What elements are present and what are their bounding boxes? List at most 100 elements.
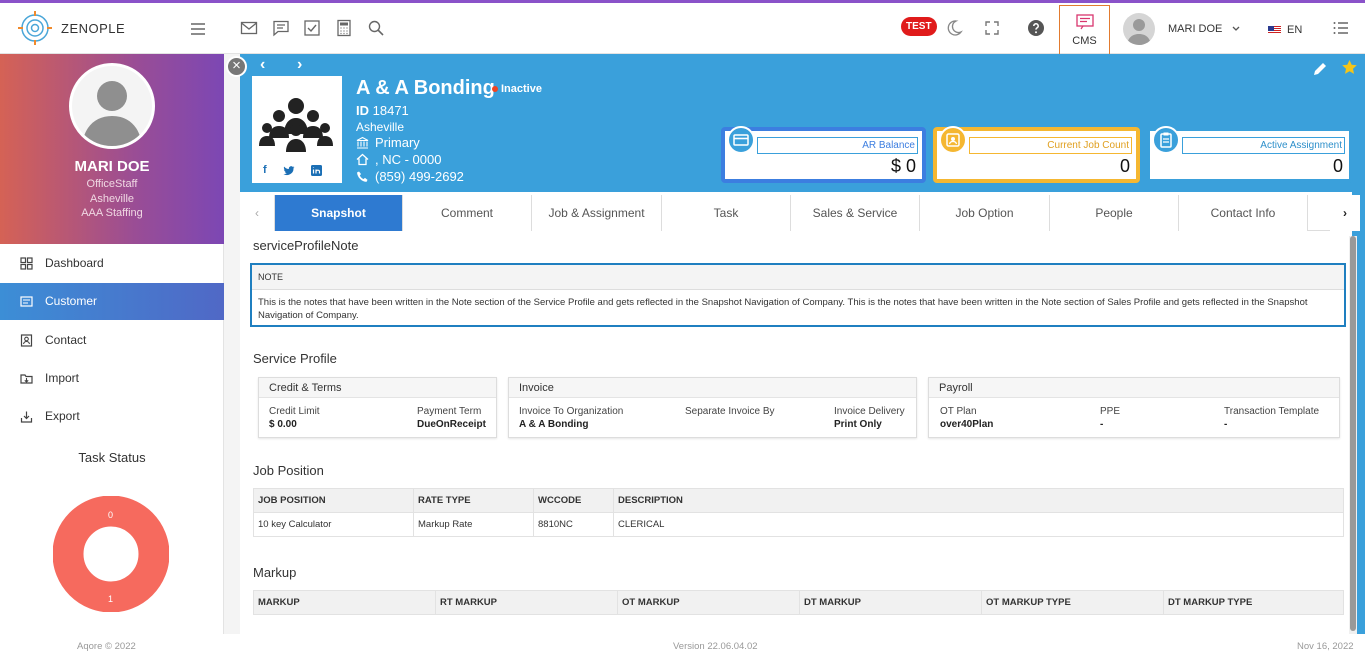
contact-icon <box>20 334 33 347</box>
menu-toggle-icon[interactable] <box>190 22 206 36</box>
sidebar: MARI DOE OfficeStaff Asheville AAA Staff… <box>0 54 224 634</box>
service-profile-title: Service Profile <box>253 351 337 366</box>
card-title: Current Job Count <box>969 137 1132 154</box>
note-box: NOTE This is the notes that have been wr… <box>250 263 1346 327</box>
table-cell: 10 key Calculator <box>253 512 414 537</box>
customer-panel: ‹ › f A & A Bonding Inactive ID 18471 As… <box>240 54 1365 634</box>
sidebar-item-label: Import <box>45 371 80 385</box>
zenople-logo <box>18 11 52 45</box>
company-logo: f <box>252 76 342 183</box>
credit-limit-field: Credit Limit $ 0.00 <box>269 406 320 430</box>
mail-icon[interactable] <box>240 19 258 37</box>
tabs-scroll-right-icon[interactable]: › <box>1330 195 1360 231</box>
twitter-icon[interactable] <box>283 166 295 176</box>
profile-panel: MARI DOE OfficeStaff Asheville AAA Staff… <box>0 54 224 244</box>
search-icon[interactable] <box>367 19 385 37</box>
note-section-title: serviceProfileNote <box>253 238 359 253</box>
sidebar-item-contact[interactable]: Contact <box>0 322 224 359</box>
column-header: WCCODE <box>533 488 614 513</box>
card-value: 0 <box>1119 156 1130 176</box>
markup-title: Markup <box>253 565 297 580</box>
column-header: OT MARKUP TYPE <box>981 590 1164 615</box>
list-menu-icon[interactable] <box>1332 19 1350 37</box>
edit-pencil-icon[interactable] <box>1312 61 1328 77</box>
close-panel-icon[interactable]: × <box>226 56 247 77</box>
active-assignment-card: Active Assignment 0 <box>1146 126 1353 183</box>
home-icon <box>356 153 369 166</box>
tabs-scroll-left-icon[interactable]: ‹ <box>240 195 275 231</box>
credit-terms-box: Credit & Terms Credit Limit $ 0.00 Paymen… <box>258 377 497 438</box>
calculator-icon[interactable] <box>335 19 353 37</box>
markup-table: MARKUP RT MARKUP OT MARKUP DT MARKUP OT … <box>253 590 1344 615</box>
user-name[interactable]: MARI DOE <box>1168 23 1222 35</box>
donut-label-top: 0 <box>108 510 114 520</box>
cms-label: CMS <box>1072 35 1097 47</box>
tab-job-option[interactable]: Job Option <box>920 195 1050 231</box>
company-id: 18471 <box>372 103 409 118</box>
table-cell: CLERICAL <box>613 512 1344 537</box>
tab-comment[interactable]: Comment <box>403 195 532 231</box>
chat-icon[interactable] <box>272 19 290 37</box>
separate-invoice-field: Separate Invoice By <box>685 406 775 417</box>
brand-name: ZENOPLE <box>61 21 126 36</box>
user-avatar[interactable] <box>1123 13 1155 45</box>
task-check-icon[interactable] <box>303 19 321 37</box>
company-phone[interactable]: (859) 499-2692 <box>375 169 464 184</box>
footer-version: Version 22.06.04.02 <box>673 641 758 652</box>
footer: Aqore © 2022 Version 22.06.04.02 Nov 16,… <box>0 634 1365 658</box>
favorite-star-icon[interactable] <box>1341 59 1358 76</box>
invoice-delivery-field: Invoice Delivery Print Only <box>834 406 905 430</box>
dark-mode-icon[interactable] <box>945 19 963 37</box>
top-bar: ZENOPLE TEST CMS MARI DOE EN <box>0 0 1365 55</box>
company-name: A & A Bonding <box>356 77 495 99</box>
sidebar-item-label: Contact <box>45 333 87 347</box>
sidebar-item-dashboard[interactable]: Dashboard <box>0 245 224 282</box>
note-header: NOTE <box>252 265 1344 290</box>
facebook-icon[interactable]: f <box>263 164 267 176</box>
tab-people[interactable]: People <box>1050 195 1179 231</box>
tab-snapshot[interactable]: Snapshot <box>275 195 403 231</box>
tab-sales-service[interactable]: Sales & Service <box>791 195 920 231</box>
card-value: $ 0 <box>890 156 916 176</box>
profile-avatar <box>69 63 155 149</box>
cms-button[interactable]: CMS <box>1059 5 1110 55</box>
previous-arrow-icon[interactable]: ‹ <box>260 56 265 74</box>
card-value: 0 <box>1332 156 1343 176</box>
chevron-down-icon[interactable] <box>1232 26 1240 32</box>
language-selector[interactable]: EN <box>1287 24 1302 36</box>
us-flag-icon <box>1268 26 1281 34</box>
table-cell: 8810NC <box>533 512 614 537</box>
customer-icon <box>20 296 33 307</box>
table-row[interactable]: 10 key Calculator Markup Rate 8810NC CLE… <box>253 512 1344 537</box>
profile-role: OfficeStaff <box>86 178 138 190</box>
sidebar-item-import[interactable]: Import <box>0 360 224 397</box>
help-icon[interactable] <box>1027 19 1045 37</box>
vertical-scrollbar[interactable] <box>1349 236 1357 634</box>
column-header: RT MARKUP <box>435 590 618 615</box>
box-title: Invoice <box>509 378 916 398</box>
linkedin-icon[interactable] <box>311 165 322 176</box>
fullscreen-icon[interactable] <box>983 19 1001 37</box>
ppe-field: PPE - <box>1100 406 1121 430</box>
bank-icon <box>356 136 369 149</box>
tab-task[interactable]: Task <box>662 195 791 231</box>
company-address: , NC - 0000 <box>375 152 442 167</box>
tab-job-assignment[interactable]: Job & Assignment <box>532 195 662 231</box>
sidebar-item-export[interactable]: Export <box>0 398 224 435</box>
company-id-row: ID 18471 <box>356 103 409 118</box>
tab-content: ‹ Snapshot Comment Job & Assignment Task… <box>240 192 1360 634</box>
invoice-org-field: Invoice To Organization A & A Bonding <box>519 406 624 430</box>
tab-contact-info[interactable]: Contact Info <box>1179 195 1308 231</box>
company-city: Asheville <box>356 120 405 134</box>
column-header: MARKUP <box>253 590 436 615</box>
ot-plan-field: OT Plan over40Plan <box>940 406 994 430</box>
sidebar-item-customer[interactable]: Customer <box>0 283 224 320</box>
job-position-title: Job Position <box>253 463 324 478</box>
transaction-template-value: - <box>1224 419 1228 430</box>
main-area: ‹ › f A & A Bonding Inactive ID 18471 As… <box>224 54 1365 634</box>
profile-location: Asheville <box>89 193 135 205</box>
box-title: Payroll <box>929 378 1339 398</box>
next-arrow-icon[interactable]: › <box>297 56 302 74</box>
company-group-icon <box>259 98 333 152</box>
column-header: JOB POSITION <box>253 488 414 513</box>
